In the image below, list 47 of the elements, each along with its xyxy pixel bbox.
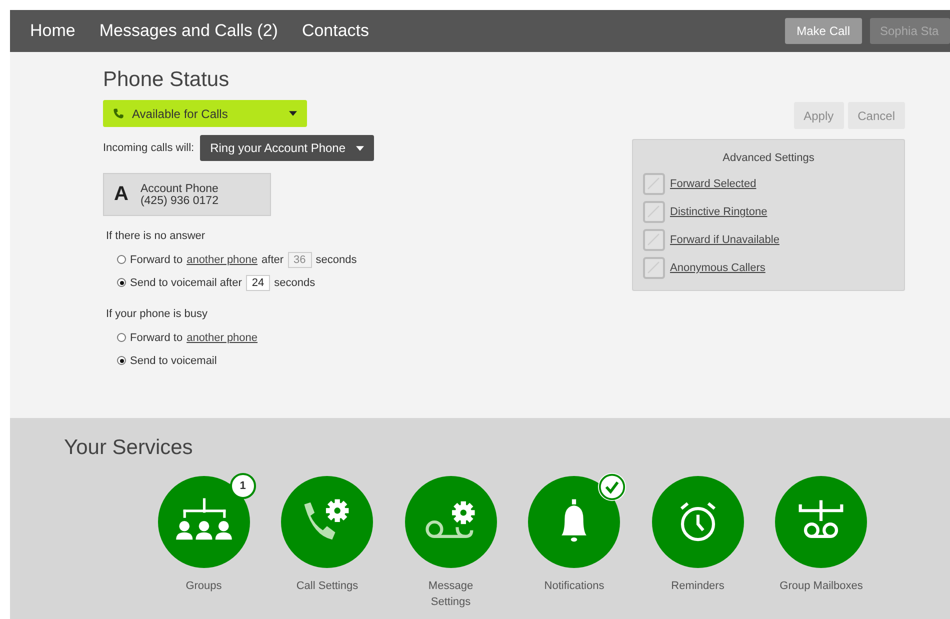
option-label: Forward to xyxy=(130,332,183,344)
ring-dropdown[interactable]: Ring your Account Phone xyxy=(200,135,374,161)
setting-link[interactable]: Forward if Unavailable xyxy=(670,234,780,246)
service-label: Message Settings xyxy=(427,579,474,610)
service-label: Call Settings xyxy=(295,579,360,594)
setting-icon xyxy=(643,229,665,251)
option-label: seconds xyxy=(274,276,316,288)
radio-button[interactable] xyxy=(117,278,126,287)
link[interactable]: another phone xyxy=(186,254,258,266)
group-title: If there is no answer xyxy=(106,230,206,242)
section-title: Phone Status xyxy=(103,68,230,92)
count-badge: 1 xyxy=(230,473,256,499)
service-label: Notifications xyxy=(543,579,606,594)
nav-link[interactable]: Contacts xyxy=(290,21,382,41)
seconds-field[interactable]: 24 xyxy=(246,274,270,290)
link[interactable]: another phone xyxy=(186,332,258,344)
setting-icon xyxy=(643,173,665,195)
option-label: seconds xyxy=(316,254,357,266)
radio-button[interactable] xyxy=(117,356,126,365)
account-name: Account Phone xyxy=(140,182,218,194)
availability-dropdown[interactable]: Available for Calls xyxy=(103,100,307,127)
nav-link[interactable]: Home xyxy=(18,21,88,41)
phone-icon xyxy=(113,108,124,119)
group-title: If your phone is busy xyxy=(106,308,209,320)
radio-button[interactable] xyxy=(117,255,126,264)
option-label: Send to voicemail xyxy=(130,354,217,366)
option-label: Send to voicemail after xyxy=(130,276,242,288)
section-title: Your Services xyxy=(64,436,194,460)
field-label: Incoming calls will: xyxy=(103,142,194,154)
check-badge-icon xyxy=(598,473,626,501)
nav-link[interactable]: Messages and Calls (2) xyxy=(87,21,290,41)
account-letter: A xyxy=(114,183,128,206)
service-label: Groups xyxy=(184,579,223,594)
setting-icon xyxy=(643,257,665,279)
service-label: Reminders xyxy=(670,579,726,594)
radio-button[interactable] xyxy=(117,333,126,342)
caret-icon xyxy=(289,111,297,116)
panel-title: Advanced Settings xyxy=(722,152,816,164)
setting-link[interactable]: Distinctive Ringtone xyxy=(670,206,768,218)
setting-link[interactable]: Anonymous Callers xyxy=(670,262,766,274)
option-label: after xyxy=(262,254,284,266)
setting-icon xyxy=(643,201,665,223)
account-number: (425) 936 0172 xyxy=(140,194,218,206)
option-label: Forward to xyxy=(130,254,183,266)
caret-icon xyxy=(356,146,364,150)
service-label: Group Mailboxes xyxy=(778,579,864,594)
setting-link[interactable]: Forward Selected xyxy=(670,178,756,190)
